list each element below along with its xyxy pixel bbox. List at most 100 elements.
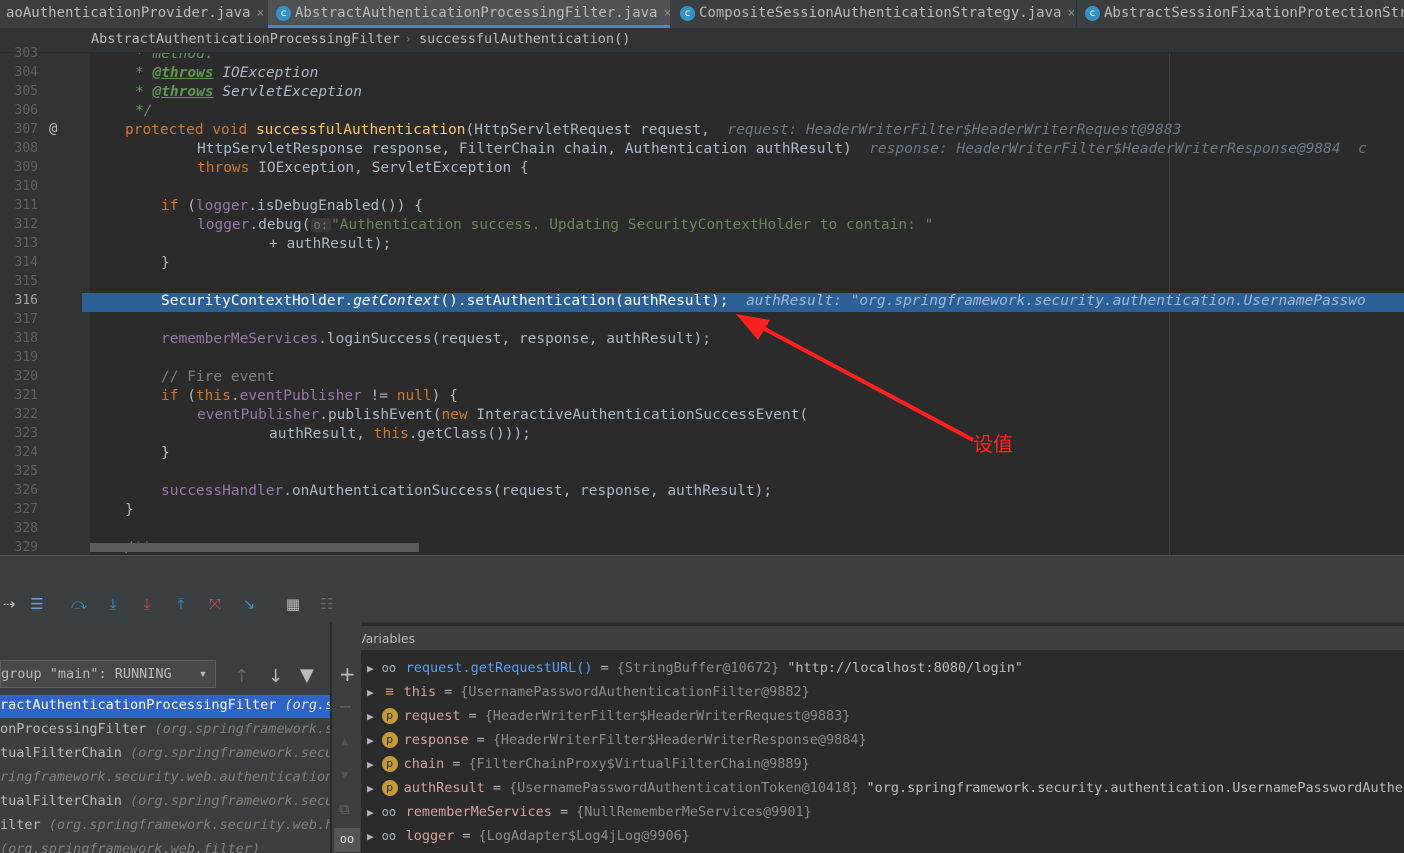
line-number[interactable]: 313 [0,236,38,251]
line-number[interactable]: 308 [0,141,38,156]
variable-type: {NullRememberMeServices@9901} [576,804,812,820]
expand-icon[interactable]: ▶ [367,782,374,795]
breadcrumb-method[interactable]: successfulAuthentication() [419,28,630,51]
move-up-icon[interactable]: ▲ [341,734,348,748]
stack-frame[interactable]: tualFilterChain (org.springframework.sec… [0,793,330,809]
parameter-icon: p [381,780,398,796]
tab-ao-authentication-provider[interactable]: aoAuthenticationProvider.java × [0,0,266,28]
remove-watch-icon[interactable]: — [340,696,351,717]
code-line-305: * @throws ServletException [135,84,362,100]
line-number[interactable]: 327 [0,502,38,517]
frames-list-icon[interactable]: ☰ [28,595,46,613]
variables-header: ☰ Variables [331,626,1404,652]
line-number[interactable]: 307 [0,122,38,137]
line-number[interactable]: 316 [0,293,38,308]
variable-row[interactable]: ▶ p chain = {FilterChainProxy$VirtualFilterC… [367,756,810,772]
variable-value: "org.springframework.security.authentica… [866,780,1404,796]
frame-method: onProcessingFilter [0,721,147,737]
variable-row[interactable]: ▶ oo request.getRequestURL() = {StringBuffer… [367,660,1023,676]
frame-package: (org.springframework.web.filter) [0,841,261,853]
line-number[interactable]: 310 [0,179,38,194]
variable-row[interactable]: ▶ oo logger = {LogAdapter$Log4jLog@9906} [367,828,690,844]
frame-method: ilter [0,817,41,833]
variable-value: "http://localhost:8080/login" [787,660,1023,676]
expand-icon[interactable]: ▶ [367,686,374,699]
variable-row[interactable]: ▶ ≡ this = {UsernamePasswordAuthenticationFi… [367,684,810,700]
add-watch-icon[interactable]: + [339,662,356,686]
copy-icon[interactable]: ⧉ [339,800,350,818]
step-out-icon[interactable]: ⤒ [172,595,190,613]
stack-frame[interactable]: tualFilterChain (org.springframework.sec… [0,745,330,761]
line-number[interactable]: 323 [0,426,38,441]
equals-sign: = [476,732,485,748]
stack-frame[interactable]: ilter (org.springframework.security.web.… [0,817,330,833]
expand-icon[interactable]: ▶ [367,806,374,819]
tab-abstract-session-fixation-protection[interactable]: c AbstractSessionFixationProtectionStra [1076,0,1404,28]
line-number[interactable]: 314 [0,255,38,270]
stack-frame[interactable]: ractAuthenticationProcessingFilter (org.… [0,697,330,713]
stack-frame[interactable]: (org.springframework.web.filter) [0,841,260,853]
close-icon[interactable]: × [1067,6,1074,21]
watches-toggle-icon[interactable]: oo [334,828,360,852]
line-number[interactable]: 329 [0,540,38,555]
tab-composite-session-authentication-strategy[interactable]: c CompositeSessionAuthenticationStrategy.… [672,0,1074,28]
frame-package: ringframework.security.web.authenticatio… [0,769,330,785]
tab-abstract-authentication-processing-filter[interactable]: c AbstractAuthenticationProcessingFilter.… [268,0,670,28]
watch-icon: oo [381,829,397,843]
code-line-304: * @throws IOException [135,65,319,81]
class-icon: c [1085,5,1100,21]
breadcrumb-class[interactable]: AbstractAuthenticationProcessingFilter [91,28,400,51]
thread-selector[interactable]: group "main": RUNNING ▾ [0,660,216,688]
evaluate-expression-icon[interactable]: ▦ [284,595,302,613]
run-to-cursor-icon[interactable]: ↘ [240,595,258,613]
trace-stream-icon[interactable]: ☷ [318,595,336,613]
variable-row[interactable]: ▶ p request = {HeaderWriterFilter$HeaderWrit… [367,708,850,724]
expand-icon[interactable]: ▶ [367,830,374,843]
step-arrow-icon[interactable]: ⇢ [0,595,18,613]
line-number[interactable]: 324 [0,445,38,460]
line-number[interactable]: 320 [0,369,38,384]
force-step-into-icon[interactable]: ⤓ [138,595,156,613]
line-number[interactable]: 319 [0,350,38,365]
line-number[interactable]: 305 [0,84,38,99]
expand-icon[interactable]: ▶ [367,710,374,723]
step-over-icon[interactable]: ⤼ [70,595,88,613]
step-into-icon[interactable]: ⤓ [104,595,122,613]
expand-icon[interactable]: ▶ [367,662,374,675]
line-number[interactable]: 322 [0,407,38,422]
variable-row[interactable]: ▶ p authResult = {UsernamePasswordAuthentica… [367,780,1404,796]
arrow-up-icon[interactable]: ↑ [234,666,249,687]
variable-type: {FilterChainProxy$VirtualFilterChain@988… [468,756,810,772]
line-number[interactable]: 304 [0,65,38,80]
horizontal-scrollbar[interactable] [90,543,419,552]
line-number[interactable]: 309 [0,160,38,175]
line-number[interactable]: 311 [0,198,38,213]
move-down-icon[interactable]: ▼ [341,768,348,782]
close-icon[interactable]: × [663,6,670,21]
drop-frame-icon[interactable]: ⤧ [206,595,224,613]
annotation-label: 设值 [973,432,1013,456]
line-number[interactable]: 317 [0,312,38,327]
variable-row[interactable]: ▶ p response = {HeaderWriterFilter$HeaderWri… [367,732,867,748]
line-number[interactable]: 312 [0,217,38,232]
line-number[interactable]: 325 [0,464,38,479]
variable-type: {LogAdapter$Log4jLog@9906} [478,828,690,844]
line-number[interactable]: 328 [0,521,38,536]
variable-row[interactable]: ▶ oo rememberMeServices = {NullRememberMeSer… [367,804,812,820]
line-number[interactable]: 303 [0,46,38,61]
breadcrumb: AbstractAuthenticationProcessingFilter ›… [0,28,1404,53]
line-number[interactable]: 315 [0,274,38,289]
stack-frame[interactable]: onProcessingFilter (org.springframework.… [0,721,330,737]
expand-icon[interactable]: ▶ [367,734,374,747]
line-number[interactable]: 326 [0,483,38,498]
line-number[interactable]: 306 [0,103,38,118]
stack-frame[interactable]: ringframework.security.web.authenticatio… [0,769,330,785]
line-number[interactable]: 318 [0,331,38,346]
expand-icon[interactable]: ▶ [367,758,374,771]
close-icon[interactable]: × [256,6,264,21]
override-marker-icon[interactable]: @ [49,121,57,137]
filter-icon[interactable]: ▼ [300,665,314,686]
chevron-down-icon: ▾ [198,666,207,682]
arrow-down-icon[interactable]: ↓ [268,666,283,687]
line-number[interactable]: 321 [0,388,38,403]
